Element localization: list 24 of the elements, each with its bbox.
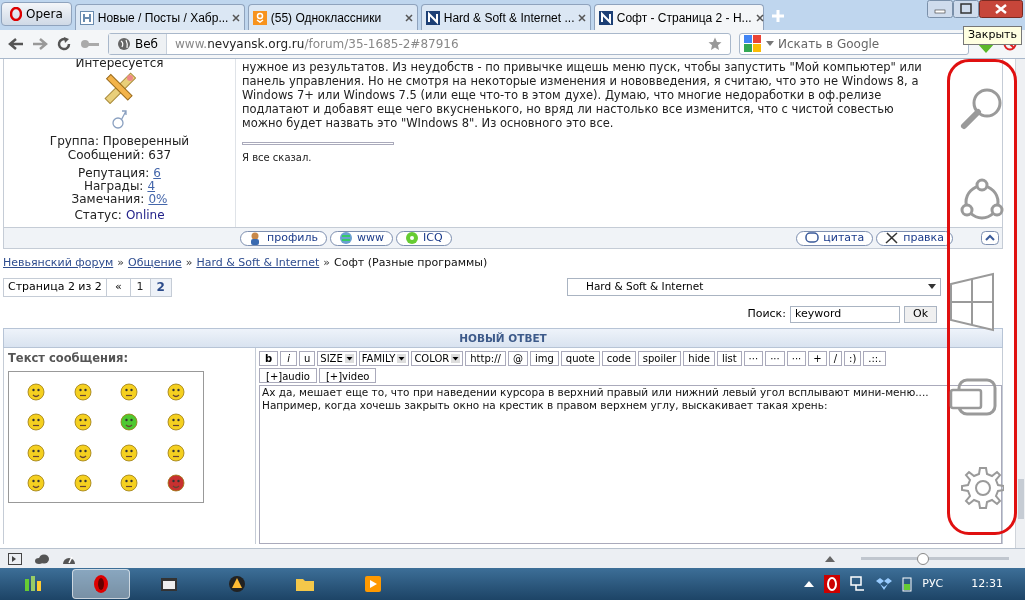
stat-label: Репутация: [78,166,150,179]
breadcrumb-current: Софт (Разные программы) [334,254,488,271]
section-header: НОВЫЙ ОТВЕТ [3,328,1003,348]
breadcrumb-separator: » [117,254,124,271]
breadcrumb-separator: » [185,254,193,271]
stat-label: Замечания: [71,192,145,205]
tooltip: Закрыть [963,26,1022,45]
post-text: нужное из результатов. Из неудобств - по привычке ищешь меню пуск, чтобы запустить "Мой компьютер" или панель управления. Но не смотря на некоторые изменения и нововведения, я считаю, что это не Windows 8, а Windows 7+ или Windows 7.5 (или еще что-то в этом духе). Думаю, что многие недоработки в оф.релизе подлатают и добавят еще чего вкусненького, но вряд ли настолько все изменится, что с чистой совестью можно будет назвать это "WIndows 8". Из основного это все. [242,60,923,130]
tab-title: Софт - Страница 2 - Н... [616,9,752,27]
message-label: Текст сообщения: [8,350,130,367]
stat-label: Статус: [74,208,122,221]
tab-title: Новые / Посты / Хабр... [97,9,229,27]
message-count: Сообщений: 637 [67,148,172,162]
stat-label: Награды: [83,179,144,192]
stat-value: Online [125,208,165,221]
tab-title: (55) Одноклассники [270,9,383,27]
page-count: Страница 2 из 2 [4,278,107,296]
search-label: Поиск: [747,305,786,322]
url-text: www.nevyansk.org.ru/forum/35-1685-2#87916 [175,36,460,53]
user-interest: Интересуется [75,59,164,70]
tab-title: Hard & Soft & Internet ... [443,9,575,27]
user-group: Группа: Проверенный [49,134,190,148]
breadcrumb-separator: » [323,254,330,271]
signature-text: Я все сказал. [242,151,313,165]
